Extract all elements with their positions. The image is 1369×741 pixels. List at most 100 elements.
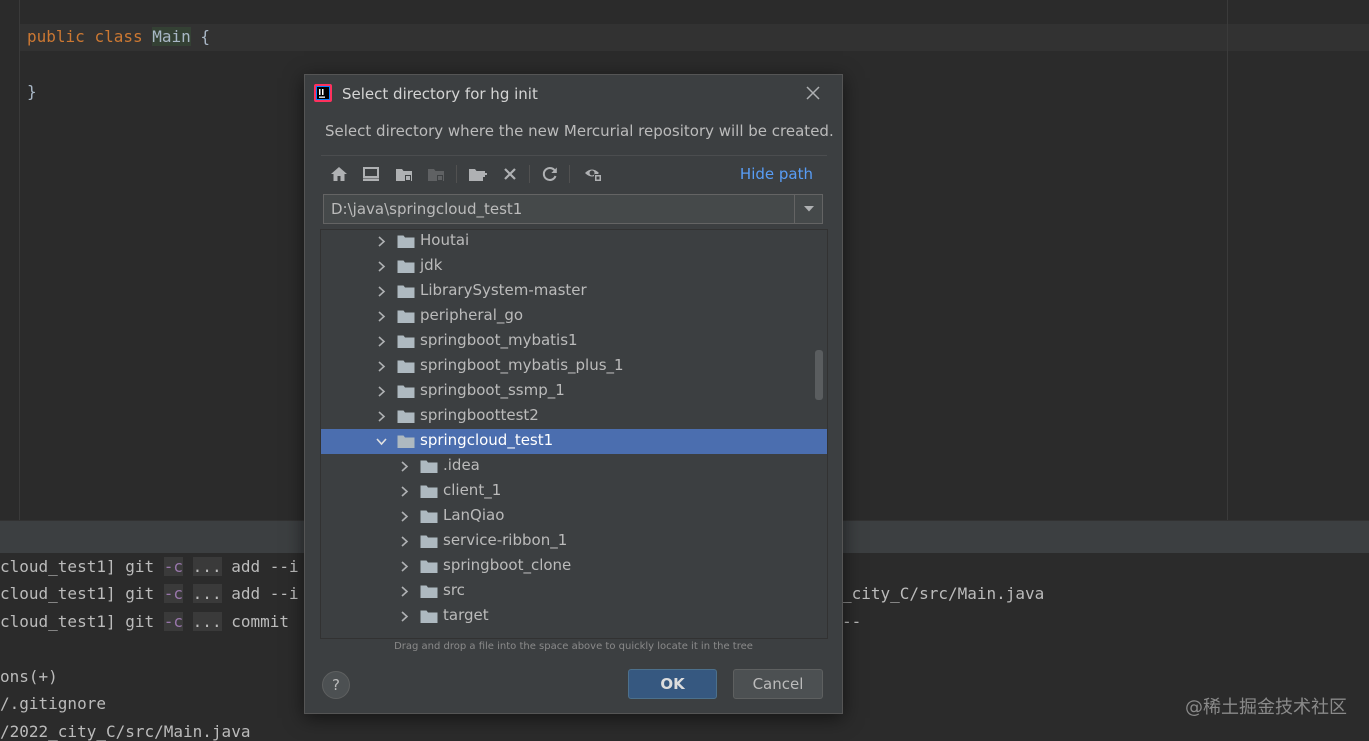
chevron-right-icon[interactable]: [375, 360, 388, 373]
path-dropdown-button[interactable]: [794, 195, 822, 223]
tree-item-label: target: [443, 606, 489, 624]
watermark: @稀土掘金技术社区: [1185, 697, 1347, 718]
cancel-button[interactable]: Cancel: [733, 669, 823, 699]
right-margin-guide: [1227, 0, 1228, 520]
tree-item-label: springboot_ssmp_1: [420, 381, 565, 399]
gutter-divider: [19, 0, 20, 520]
class-name: Main: [152, 27, 191, 46]
tree-item[interactable]: LibrarySystem-master: [321, 279, 827, 304]
folder-icon: [397, 360, 415, 373]
tree-item[interactable]: springcloud_test1: [321, 429, 827, 454]
chevron-right-icon[interactable]: [375, 410, 388, 423]
tree-item[interactable]: springboot_ssmp_1: [321, 379, 827, 404]
show-hidden-files-button[interactable]: [583, 163, 605, 185]
close-icon[interactable]: [804, 84, 822, 102]
divider: [321, 155, 827, 156]
delete-button[interactable]: [499, 163, 521, 185]
code-line-1[interactable]: public class Main {: [27, 27, 210, 46]
tree-item[interactable]: service-ribbon_1: [321, 529, 827, 554]
tree-item[interactable]: client_1: [321, 479, 827, 504]
open-brace: {: [200, 27, 211, 46]
tree-item[interactable]: LanQiao: [321, 504, 827, 529]
tree-item-label: .idea: [443, 456, 480, 474]
project-button[interactable]: [393, 163, 415, 185]
code-line-2[interactable]: }: [27, 82, 37, 101]
tree-item[interactable]: Houtai: [321, 230, 827, 254]
console-line-continuation: _city_C/src/Main.java: [842, 584, 1045, 603]
intellij-logo-icon: [314, 84, 332, 102]
folder-icon: [420, 485, 438, 498]
select-directory-dialog: Select directory for hg init Select dire…: [304, 74, 843, 714]
tree-item[interactable]: src: [321, 579, 827, 604]
chevron-right-icon[interactable]: [398, 535, 411, 548]
toolbar-separator: [569, 165, 570, 183]
tree-item[interactable]: jdk: [321, 254, 827, 279]
tree-item[interactable]: springboot_mybatis_plus_1: [321, 354, 827, 379]
tree-item-label: springboot_clone: [443, 556, 572, 574]
folder-icon: [420, 610, 438, 623]
chevron-right-icon[interactable]: [375, 260, 388, 273]
help-button[interactable]: ?: [322, 671, 350, 699]
chevron-right-icon[interactable]: [398, 610, 411, 623]
chevron-down-icon[interactable]: [375, 435, 388, 448]
drag-drop-hint: Drag and drop a file into the space abov…: [394, 641, 753, 652]
tree-item[interactable]: .idea: [321, 454, 827, 479]
tree-item[interactable]: target: [321, 604, 827, 629]
module-folder-icon: [428, 169, 444, 181]
desktop-button[interactable]: [360, 163, 382, 185]
folder-icon: [397, 410, 415, 423]
show-hidden-icon: [585, 169, 602, 182]
chevron-right-icon[interactable]: [375, 385, 388, 398]
tree-item[interactable]: peripheral_go: [321, 304, 827, 329]
chevron-right-icon[interactable]: [398, 560, 411, 573]
keyword-class: class: [94, 27, 143, 46]
chevron-right-icon[interactable]: [398, 485, 411, 498]
tree-item[interactable]: springboot_clone: [321, 554, 827, 579]
home-button[interactable]: [328, 163, 350, 185]
refresh-icon: [542, 167, 557, 181]
chevron-right-icon[interactable]: [375, 285, 388, 298]
ok-button[interactable]: OK: [628, 669, 717, 699]
tree-item-label: peripheral_go: [420, 306, 524, 324]
path-input[interactable]: [324, 195, 790, 223]
tree-item-label: Houtai: [420, 231, 470, 249]
chevron-right-icon[interactable]: [398, 585, 411, 598]
toolbar-separator: [529, 165, 530, 183]
tree-scrollbar[interactable]: [815, 350, 823, 400]
desktop-icon: [363, 167, 379, 181]
module-button[interactable]: [425, 163, 447, 185]
folder-icon: [397, 435, 415, 448]
chevron-right-icon[interactable]: [375, 310, 388, 323]
current-line-highlight: [20, 24, 1369, 51]
project-folder-icon: [396, 169, 412, 181]
tree-item-label: springboottest2: [420, 406, 539, 424]
directory-tree[interactable]: Houtai jdk LibrarySystem-master peripheral_…: [320, 229, 828, 639]
tree-item-label: LanQiao: [443, 506, 505, 524]
folder-icon: [397, 310, 415, 323]
hide-path-link[interactable]: Hide path: [740, 165, 813, 183]
folder-icon: [420, 585, 438, 598]
folder-icon: [397, 235, 415, 248]
folder-icon: [397, 385, 415, 398]
chevron-right-icon[interactable]: [375, 235, 388, 248]
new-folder-button[interactable]: [467, 163, 489, 185]
chevron-right-icon[interactable]: [375, 335, 388, 348]
chevron-right-icon[interactable]: [398, 510, 411, 523]
tree-item-label: src: [443, 581, 465, 599]
tree-item[interactable]: springboot_mybatis1: [321, 329, 827, 354]
console-line: cloud_test1] git -c ... commit: [0, 612, 290, 631]
keyword-public: public: [27, 27, 85, 46]
tree-item-label: jdk: [420, 256, 443, 274]
tree-item-label: service-ribbon_1: [443, 531, 568, 549]
chevron-right-icon[interactable]: [398, 460, 411, 473]
console-line: /2022_city_C/src/Main.java: [0, 722, 251, 741]
folder-icon: [397, 260, 415, 273]
tree-item[interactable]: springboottest2: [321, 404, 827, 429]
console-line-continuation: --: [842, 612, 862, 631]
folder-icon: [420, 510, 438, 523]
folder-icon: [397, 335, 415, 348]
dialog-title: Select directory for hg init: [342, 85, 538, 103]
path-combobox[interactable]: [323, 194, 823, 224]
refresh-button[interactable]: [539, 163, 561, 185]
console-line: cloud_test1] git -c ... add --i: [0, 557, 299, 576]
